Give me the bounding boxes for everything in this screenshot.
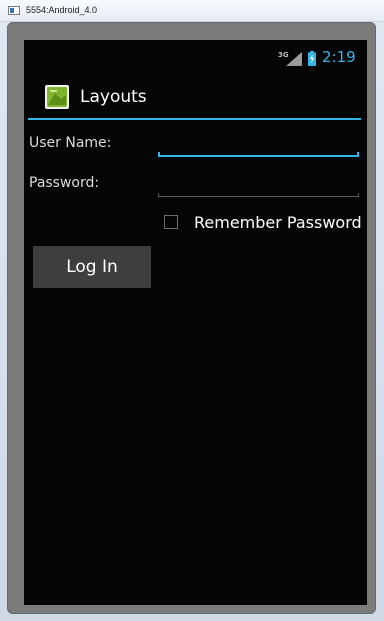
- android-app-icon[interactable]: [45, 85, 69, 109]
- username-label: User Name:: [29, 135, 112, 151]
- battery-charging-icon: [308, 51, 316, 66]
- remember-password-label[interactable]: Remember Password: [194, 213, 362, 232]
- username-input[interactable]: [158, 133, 359, 155]
- action-bar: [24, 76, 367, 120]
- action-bar-divider: [28, 118, 361, 120]
- window-titlebar[interactable]: 5554:Android_4.0: [0, 0, 384, 22]
- cell-signal-icon: [286, 52, 302, 66]
- android-screen: 3G 2:19 Layouts User Name: Password: Rem…: [24, 40, 367, 605]
- action-bar-title: Layouts: [80, 87, 147, 107]
- login-button[interactable]: Log In: [33, 246, 151, 288]
- password-label: Password:: [29, 175, 100, 191]
- remember-password-checkbox[interactable]: [164, 215, 178, 229]
- window-title: 5554:Android_4.0: [26, 5, 98, 15]
- password-input-underline: [158, 193, 359, 197]
- username-input-underline: [158, 152, 359, 157]
- status-bar: 3G 2:19: [24, 40, 367, 76]
- status-time: 2:19: [322, 48, 356, 66]
- password-input[interactable]: [158, 175, 359, 197]
- emulator-window-icon: [8, 6, 20, 15]
